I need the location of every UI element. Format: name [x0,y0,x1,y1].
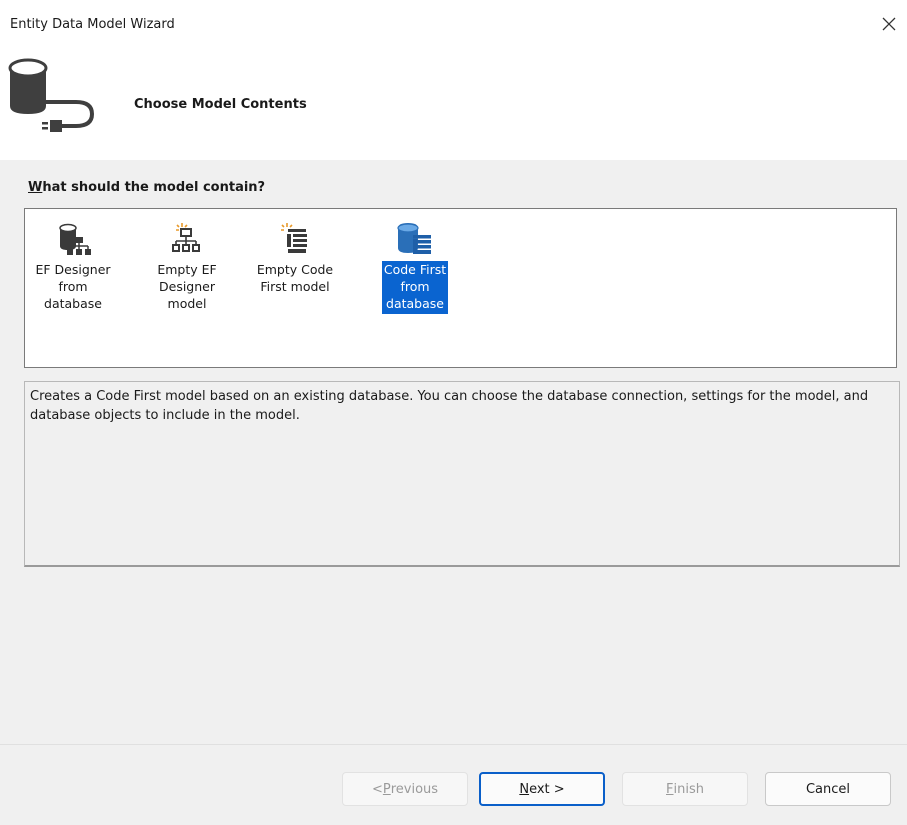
code-first-db-icon [397,223,431,254]
title-bar: Entity Data Model Wizard [0,0,907,48]
finish-button[interactable]: Finish [622,772,748,806]
model-option-line: model [167,296,207,311]
model-option-line: Code First [383,262,447,277]
previous-button[interactable]: < Previous [342,772,468,806]
model-option-line: database [386,296,444,311]
previous-label: revious [390,781,439,797]
entity-data-model-wizard-dialog: Entity Data Model Wizard Choose Model Co… [0,0,907,825]
db-designer-icon [59,223,91,255]
model-option-line: database [44,296,102,311]
empty-designer-icon [172,223,200,252]
model-option-line: Empty EF [157,262,217,277]
question-accesskey: W [28,180,43,195]
previous-accesskey: P [382,781,391,797]
window-title: Entity Data Model Wizard [10,17,175,32]
model-option-empty-ef-designer[interactable]: Empty EF Designer model [145,217,229,314]
model-contents-label: What should the model contain? [28,180,265,195]
database-connection-icon [8,58,95,132]
previous-prefix: < [371,781,383,797]
model-option-empty-code-first[interactable]: Empty Code First model [253,217,337,297]
model-option-code-first-from-database[interactable]: Code First from database [373,217,457,314]
model-option-line: EF Designer [35,262,111,277]
empty-code-first-icon [281,223,307,253]
model-option-line: Designer [159,279,215,294]
model-option-line: First model [260,279,330,294]
finish-label: inish [673,781,704,797]
model-contents-list[interactable]: EF Designer from database Empty EF Designer… [24,208,897,368]
footer-divider [0,744,907,745]
model-option-line: from [400,279,430,294]
close-icon [882,17,896,31]
cancel-label: Cancel [805,781,851,797]
model-option-line: from [58,279,88,294]
next-accesskey: N [519,781,530,797]
next-button[interactable]: Next > [479,772,605,806]
page-title: Choose Model Contents [134,97,307,112]
model-option-ef-designer-from-database[interactable]: EF Designer from database [31,217,115,314]
close-button[interactable] [871,8,907,40]
wizard-header: Choose Model Contents [0,48,907,160]
model-description: Creates a Code First model based on an e… [24,381,900,567]
question-text: hat should the model contain? [42,180,266,195]
finish-accesskey: F [666,781,674,797]
next-label: ext > [529,781,565,797]
cancel-button[interactable]: Cancel [765,772,891,806]
model-option-line: Empty Code [256,262,334,277]
